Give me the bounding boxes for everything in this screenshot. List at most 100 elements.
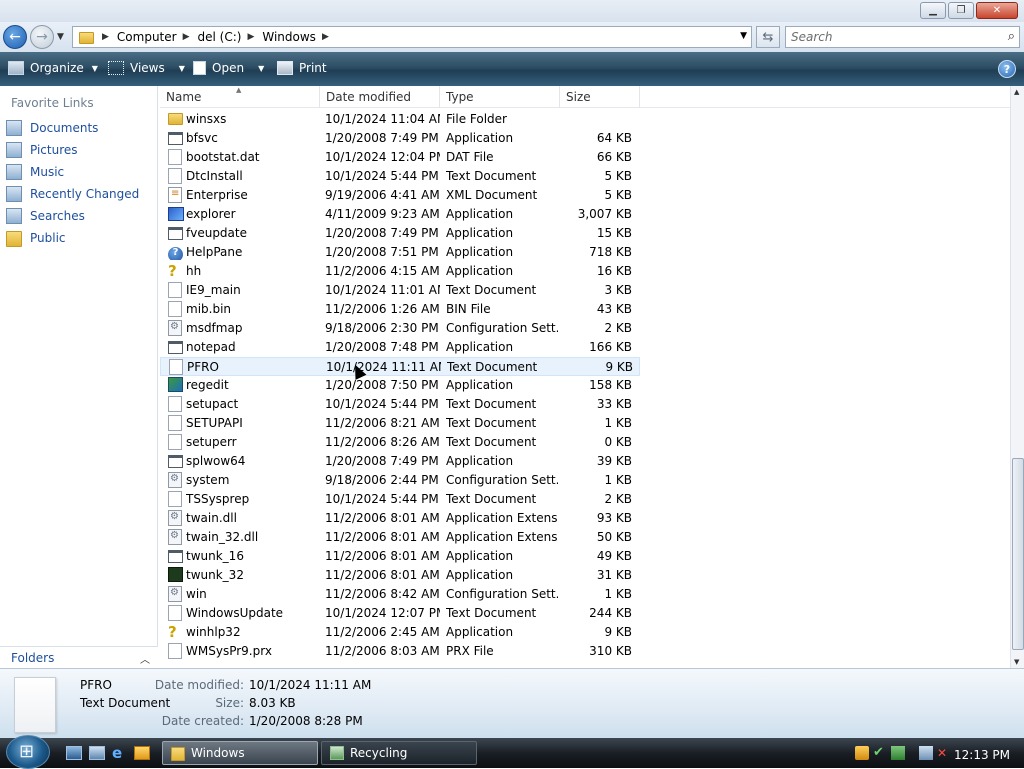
file-type: Application <box>446 549 514 563</box>
file-row[interactable]: WindowsUpdate 10/1/2024 12:07 PM Text Docu… <box>160 604 640 623</box>
file-row[interactable]: twunk_32 11/2/2006 8:01 AM Application 31 K… <box>160 566 640 585</box>
column-header-size[interactable]: Size <box>560 86 640 108</box>
file-row[interactable]: bootstat.dat 10/1/2024 12:04 PM DAT File 66… <box>160 148 640 167</box>
file-row[interactable]: TSSysprep 10/1/2024 5:44 PM Text Document 2… <box>160 490 640 509</box>
organize-label: Organize <box>30 61 84 75</box>
file-row[interactable]: win 11/2/2006 8:42 AM Configuration Sett..… <box>160 585 640 604</box>
file-date-modified: 1/20/2008 7:49 PM <box>325 131 439 145</box>
file-size: 1 KB <box>604 416 632 430</box>
vertical-scrollbar[interactable]: ▲ ▼ <box>1010 86 1024 668</box>
minimize-button[interactable]: ▁ <box>920 2 946 19</box>
taskbar-item-recycling[interactable]: Recycling <box>321 741 477 765</box>
file-name: setupact <box>186 397 239 411</box>
file-row[interactable]: winsxs 10/1/2024 11:04 AM File Folder <box>160 110 640 129</box>
scroll-up-icon[interactable]: ▲ <box>1014 88 1019 96</box>
file-type: DAT File <box>446 150 494 164</box>
chevron-right-icon[interactable]: ▶ <box>183 32 190 42</box>
address-bar[interactable]: ▶ Computer ▶ del (C:) ▶ Windows ▶ ▼ <box>72 26 752 48</box>
file-row[interactable]: explorer 4/11/2009 9:23 AM Application 3,00… <box>160 205 640 224</box>
internet-explorer-icon[interactable]: e <box>112 746 128 761</box>
sidebar-item-documents[interactable]: Documents <box>6 118 98 138</box>
file-row[interactable]: ? hh 11/2/2006 4:15 AM Application 16 KB <box>160 262 640 281</box>
sidebar-item-music[interactable]: Music <box>6 162 64 182</box>
show-desktop-icon[interactable] <box>66 746 82 760</box>
search-input[interactable]: Search ⌕ <box>785 26 1020 48</box>
file-name: twunk_16 <box>186 549 244 563</box>
address-dropdown-icon[interactable]: ▼ <box>740 31 747 41</box>
chevron-right-icon[interactable]: ▶ <box>322 32 329 42</box>
breadcrumb-computer[interactable]: Computer <box>117 30 177 44</box>
breadcrumb-windows[interactable]: Windows <box>262 30 316 44</box>
file-icon-cell <box>168 206 184 222</box>
forward-button[interactable]: → <box>30 25 54 49</box>
file-row[interactable]: fveupdate 1/20/2008 7:49 PM Application 15 … <box>160 224 640 243</box>
refresh-button[interactable]: ⇆ <box>756 26 780 48</box>
file-row[interactable]: ? HelpPane 1/20/2008 7:51 PM Application 718… <box>160 243 640 262</box>
maximize-button[interactable]: ❐ <box>948 2 974 19</box>
close-button[interactable]: ✕ <box>976 2 1018 19</box>
clock[interactable]: 12:13 PM <box>954 748 1010 762</box>
chevron-right-icon[interactable]: ▶ <box>102 32 109 42</box>
print-button[interactable]: Print <box>277 61 327 75</box>
media-player-icon[interactable] <box>134 746 150 760</box>
sort-arrow-icon: ▲ <box>236 86 242 94</box>
file-size: 166 KB <box>589 340 632 354</box>
back-button[interactable]: ← <box>3 25 27 49</box>
file-row[interactable]: twain_32.dll 11/2/2006 8:01 AM Application… <box>160 528 640 547</box>
folders-toggle[interactable]: Folders ︿ <box>0 646 158 668</box>
sidebar-item-searches[interactable]: Searches <box>6 206 85 226</box>
switch-windows-icon[interactable] <box>89 746 105 760</box>
start-button[interactable] <box>6 735 50 769</box>
file-icon-cell <box>168 225 184 241</box>
file-name: notepad <box>186 340 236 354</box>
breadcrumb-drive[interactable]: del (C:) <box>198 30 242 44</box>
file-row[interactable]: mib.bin 11/2/2006 1:26 AM BIN File 43 KB <box>160 300 640 319</box>
open-button[interactable]: Open ▼ <box>193 61 264 75</box>
file-row[interactable]: msdfmap 9/18/2006 2:30 PM Configuration Se… <box>160 319 640 338</box>
scroll-thumb[interactable] <box>1012 458 1024 650</box>
file-row[interactable]: notepad 1/20/2008 7:48 PM Application 166 K… <box>160 338 640 357</box>
file-icon-cell <box>168 491 184 507</box>
column-header-name[interactable]: Name ▲ <box>160 86 320 108</box>
views-button[interactable]: Views ▼ <box>108 61 185 75</box>
file-row[interactable]: ? winhlp32 11/2/2006 2:45 AM Application 9 K… <box>160 623 640 642</box>
file-name: system <box>186 473 230 487</box>
file-row[interactable]: PFRO 10/1/2024 11:11 AM Text Document 9 KB <box>160 357 640 376</box>
recent-pages-dropdown[interactable]: ▼ <box>57 32 64 42</box>
file-row[interactable]: IE9_main 10/1/2024 11:01 AM Text Document 3… <box>160 281 640 300</box>
file-date-modified: 11/2/2006 8:42 AM <box>325 587 440 601</box>
network-icon[interactable] <box>919 746 933 760</box>
sidebar-item-public[interactable]: Public <box>6 228 66 248</box>
file-row[interactable]: Enterprise 9/19/2006 4:41 AM XML Document 5… <box>160 186 640 205</box>
file-row[interactable]: system 9/18/2006 2:44 PM Configuration Set… <box>160 471 640 490</box>
file-row[interactable]: bfsvc 1/20/2008 7:49 PM Application 64 KB <box>160 129 640 148</box>
file-size: 66 KB <box>596 150 632 164</box>
organize-button[interactable]: Organize ▼ <box>8 61 98 75</box>
checkmark-icon[interactable]: ✔ <box>873 746 887 760</box>
file-row[interactable]: twain.dll 11/2/2006 8:01 AM Application Ex… <box>160 509 640 528</box>
sidebar-item-pictures[interactable]: Pictures <box>6 140 78 160</box>
security-shield-icon[interactable] <box>855 746 869 760</box>
file-row[interactable]: WMSysPr9.prx 11/2/2006 8:03 AM PRX File 310… <box>160 642 640 661</box>
file-row[interactable]: DtcInstall 10/1/2024 5:44 PM Text Document… <box>160 167 640 186</box>
column-header-date[interactable]: Date modified <box>320 86 440 108</box>
file-type: Application <box>446 207 514 221</box>
taskbar-item-windows[interactable]: Windows <box>162 741 318 765</box>
file-row[interactable]: twunk_16 11/2/2006 8:01 AM Application 49 K… <box>160 547 640 566</box>
file-row[interactable]: regedit 1/20/2008 7:50 PM Application 158 K… <box>160 376 640 395</box>
sidebar-item-recently-changed[interactable]: Recently Changed <box>6 184 139 204</box>
help-button[interactable]: ? <box>998 60 1016 78</box>
search-icon[interactable]: ⌕ <box>1008 29 1015 44</box>
volume-muted-icon[interactable]: ✕ <box>937 746 951 760</box>
column-header-type[interactable]: Type <box>440 86 560 108</box>
command-bar: Organize ▼ Views ▼ Open ▼ Print ? <box>0 52 1024 86</box>
file-row[interactable]: splwow64 1/20/2008 7:49 PM Application 39 K… <box>160 452 640 471</box>
file-date-modified: 10/1/2024 11:11 AM <box>326 360 441 374</box>
file-row[interactable]: setuperr 11/2/2006 8:26 AM Text Document 0 … <box>160 433 640 452</box>
file-date-modified: 11/2/2006 8:01 AM <box>325 530 440 544</box>
network-status-icon[interactable] <box>891 746 905 760</box>
chevron-right-icon[interactable]: ▶ <box>247 32 254 42</box>
file-row[interactable]: SETUPAPI 11/2/2006 8:21 AM Text Document 1 … <box>160 414 640 433</box>
scroll-down-icon[interactable]: ▼ <box>1014 658 1019 666</box>
file-row[interactable]: setupact 10/1/2024 5:44 PM Text Document 33… <box>160 395 640 414</box>
